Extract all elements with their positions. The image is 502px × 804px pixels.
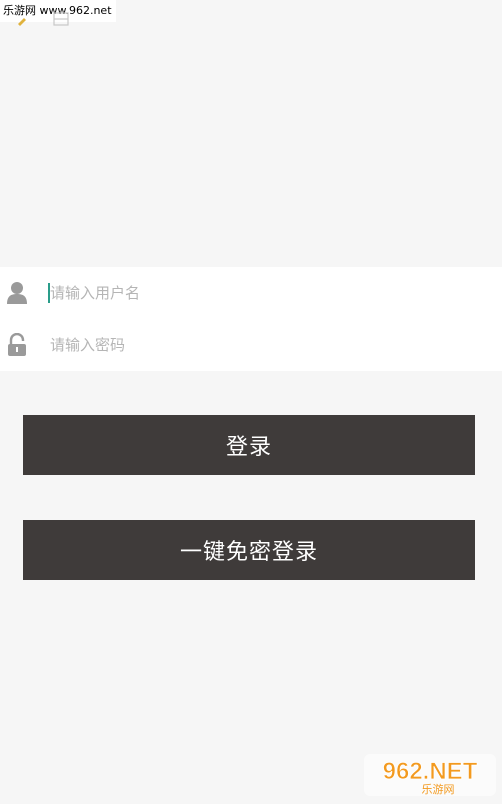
password-input[interactable]: [48, 329, 470, 361]
watermark-logo: 962.NET 乐游网: [364, 754, 496, 796]
quick-login-button[interactable]: 一键免密登录: [23, 520, 475, 580]
username-row: [0, 267, 502, 319]
text-cursor: [48, 283, 50, 303]
username-input[interactable]: [48, 277, 470, 309]
login-button[interactable]: 登录: [23, 415, 475, 475]
user-icon: [7, 282, 27, 304]
login-form: [0, 267, 502, 371]
watermark-logo-sub: 乐游网: [422, 783, 455, 796]
password-row: [0, 319, 502, 371]
lock-icon: [8, 333, 26, 356]
header-fragment-icon: [18, 12, 69, 26]
watermark-logo-main: 962.NET: [383, 758, 478, 785]
